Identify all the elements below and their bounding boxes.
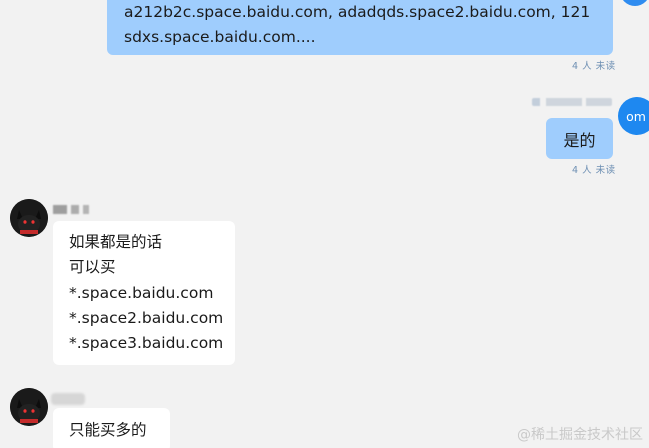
message-text: 只能买多的 [69, 421, 147, 439]
message-text: 是的 [563, 130, 596, 150]
message-line: *.space.baidu.com [69, 283, 214, 302]
message-line: 如果都是的话 [69, 233, 163, 251]
outgoing-message-bubble[interactable]: 是的 [546, 118, 613, 159]
incoming-message-bubble[interactable]: 只能买多的 [53, 408, 170, 448]
sender-name-redacted [51, 393, 85, 405]
avatar-label: om [626, 108, 646, 124]
read-status[interactable]: 4 人 未读 [572, 162, 616, 176]
sender-name-redacted [53, 205, 89, 214]
avatar[interactable]: om [618, 97, 649, 135]
read-status[interactable]: 4 人 未读 [572, 58, 616, 72]
watermark: @稀土掘金技术社区 [517, 427, 643, 443]
outgoing-message-bubble[interactable]: a212b2c.space.baidu.com, adadqds.space2.… [107, 0, 613, 55]
sender-avatar-cut[interactable] [620, 0, 649, 6]
sender-name-redacted [532, 98, 612, 106]
message-text: a212b2c.space.baidu.com, adadqds.space2.… [124, 3, 591, 46]
incoming-message-bubble[interactable]: 如果都是的话 可以买 *.space.baidu.com *.space2.ba… [53, 221, 235, 365]
message-line: *.space3.baidu.com [69, 334, 224, 353]
cat-avatar-icon[interactable] [10, 199, 48, 237]
message-line: 可以买 [69, 258, 116, 277]
cat-avatar-icon[interactable] [10, 388, 48, 426]
message-line: *.space2.baidu.com [69, 308, 224, 327]
